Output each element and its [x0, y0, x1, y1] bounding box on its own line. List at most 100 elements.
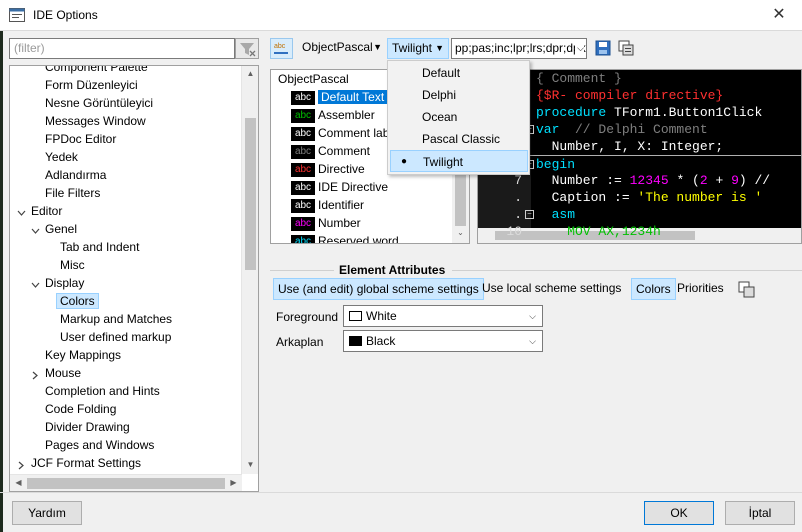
attribute-swatch-icon: abc [291, 216, 315, 231]
scheme-menu-item[interactable]: Pascal Classic [390, 128, 528, 150]
tree-collapse-icon[interactable] [31, 225, 40, 234]
code-text: asm [536, 206, 575, 223]
help-button[interactable]: Yardım [12, 501, 82, 525]
foreground-color-select[interactable]: White ⌵ [343, 305, 543, 327]
scheme-menu-item[interactable]: Delphi [390, 84, 528, 106]
file-extensions-combo[interactable]: pp;pas;inc;lpr;lrs;dpr;dpk;fpd ⌵ [451, 38, 587, 59]
scheme-menu-item-label: Delphi [422, 88, 457, 102]
scroll-down-icon[interactable]: ▼ [242, 460, 258, 469]
tree-item[interactable]: File Filters [45, 184, 100, 202]
tree-item[interactable]: Component Palette [45, 66, 148, 76]
tree-vertical-scrollbar[interactable]: ▲ ▼ [241, 66, 258, 474]
copy-attributes-icon[interactable] [738, 281, 756, 298]
filter-input[interactable]: (filter) [9, 38, 235, 59]
scrollbar-thumb[interactable] [27, 478, 225, 489]
tree-collapse-icon[interactable] [17, 207, 26, 216]
tree-item[interactable]: Display [45, 274, 84, 292]
tree-item[interactable]: FPDoc Editor [45, 130, 116, 148]
tree-item[interactable]: Pages and Windows [45, 436, 154, 454]
tree-item[interactable]: JCF Format Settings [31, 454, 141, 472]
tree-expand-icon[interactable] [17, 459, 26, 470]
close-icon[interactable]: ✕ [756, 0, 802, 31]
language-select-value: ObjectPascal [302, 40, 373, 54]
tree-item[interactable]: Key Mappings [45, 346, 121, 364]
color-scheme-dropdown[interactable]: Default Delphi Ocean Pascal Classic ● Twiligh… [387, 60, 530, 175]
background-color-value: Black [366, 334, 396, 348]
tree-item[interactable]: Markup and Matches [60, 310, 172, 328]
tree-item-label: Form Düzenleyici [45, 78, 138, 92]
scheme-menu-item[interactable]: Ocean [390, 106, 528, 128]
code-token: ) // [738, 173, 771, 188]
attribute-item-label: Directive [318, 162, 365, 176]
attribute-item[interactable]: abc IDE Directive [291, 178, 388, 196]
code-token: procedure [536, 105, 615, 120]
language-select[interactable]: ObjectPascal ▼ [298, 38, 386, 59]
tree-expand-icon[interactable] [31, 369, 40, 380]
foreground-color-value: White [366, 309, 397, 323]
code-line: 10 MOV AX,1234h [478, 223, 801, 240]
tree-item[interactable]: Editor [31, 202, 62, 220]
code-token: { Comment } [536, 71, 622, 86]
attribute-item[interactable]: abc Comment label [291, 124, 399, 142]
use-global-scheme-button[interactable]: Use (and edit) global scheme settings [273, 278, 484, 300]
scroll-down-icon[interactable]: ⌄ [452, 228, 469, 237]
ok-button[interactable]: OK [644, 501, 714, 525]
footer-divider [0, 492, 802, 493]
copy-scheme-icon[interactable] [618, 40, 634, 56]
attribute-item[interactable]: abc Reserved word [291, 232, 399, 243]
cancel-button[interactable]: İptal [725, 501, 795, 525]
color-scheme-select[interactable]: Twilight ▼ [387, 38, 449, 59]
use-local-scheme-button[interactable]: Use local scheme settings [478, 278, 625, 300]
code-token: 'The number is ' [637, 190, 763, 205]
colors-tab[interactable]: Colors [631, 278, 676, 300]
code-line: . Caption := 'The number is ' [478, 189, 801, 206]
scheme-menu-item[interactable]: ● Twilight [390, 150, 528, 172]
tree-item[interactable]: Nesne Görüntüleyici [45, 94, 153, 112]
save-icon[interactable] [595, 40, 611, 56]
options-tree[interactable]: ▲ ▼ ◀ ▶ Component Palette Form Düzenleyic… [9, 65, 259, 492]
priorities-tab[interactable]: Priorities [673, 278, 728, 300]
background-label: Arkaplan [276, 335, 324, 349]
tree-item[interactable]: Colors [56, 292, 99, 310]
scroll-left-icon[interactable]: ◀ [10, 478, 27, 487]
attribute-item-label: IDE Directive [318, 180, 389, 194]
tree-item[interactable]: Genel [45, 220, 77, 238]
tree-item[interactable]: Code Folding [45, 400, 116, 418]
attribute-item[interactable]: abc Identifier [291, 196, 364, 214]
tree-collapse-icon[interactable] [31, 279, 40, 288]
attribute-item[interactable]: abc Comment [291, 142, 370, 160]
chevron-down-icon: ▼ [373, 42, 382, 52]
scheme-menu-item[interactable]: Default [390, 62, 528, 84]
clear-filter-icon[interactable] [235, 38, 259, 59]
tree-item[interactable]: Divider Drawing [45, 418, 130, 436]
attribute-item[interactable]: abc Number [291, 214, 361, 232]
tree-item[interactable]: User defined markup [60, 328, 171, 346]
attribute-swatch-icon: abc [291, 198, 315, 213]
tree-item-label: Markup and Matches [60, 312, 173, 326]
attribute-item[interactable]: abc Assembler [291, 106, 375, 124]
tree-item[interactable]: Mouse [45, 364, 81, 382]
attribute-item[interactable]: abc Directive [291, 160, 365, 178]
tree-horizontal-scrollbar[interactable]: ◀ ▶ [10, 474, 242, 491]
attribute-item-label: Identifier [318, 198, 365, 212]
tree-item[interactable]: Misc [60, 256, 85, 274]
scroll-up-icon[interactable]: ▲ [242, 69, 258, 78]
scrollbar-thumb[interactable] [245, 118, 256, 270]
tree-item[interactable]: Yedek [45, 148, 78, 166]
tree-item[interactable]: Completion and Hints [45, 382, 160, 400]
tree-item[interactable]: Adlandırma [45, 166, 106, 184]
fold-toggle-icon[interactable]: − [525, 210, 534, 219]
tree-item[interactable]: Tab and Indent [60, 238, 139, 256]
background-color-select[interactable]: Black ⌵ [343, 330, 543, 352]
tree-item[interactable]: Messages Window [45, 112, 146, 130]
tree-item-label: Display [45, 276, 85, 290]
attribute-swatch-icon: abc [291, 180, 315, 195]
code-token: 2 [699, 173, 708, 188]
tree-item-label: Key Mappings [45, 348, 122, 362]
code-token: TForm1.Button1Click [614, 105, 763, 120]
attribute-abc-icon[interactable]: abc [270, 38, 293, 59]
attribute-item[interactable]: abc Default Text [291, 88, 388, 106]
tree-item[interactable]: Form Düzenleyici [45, 76, 138, 94]
scroll-right-icon[interactable]: ▶ [225, 478, 242, 487]
panel-splitter[interactable] [262, 36, 265, 492]
